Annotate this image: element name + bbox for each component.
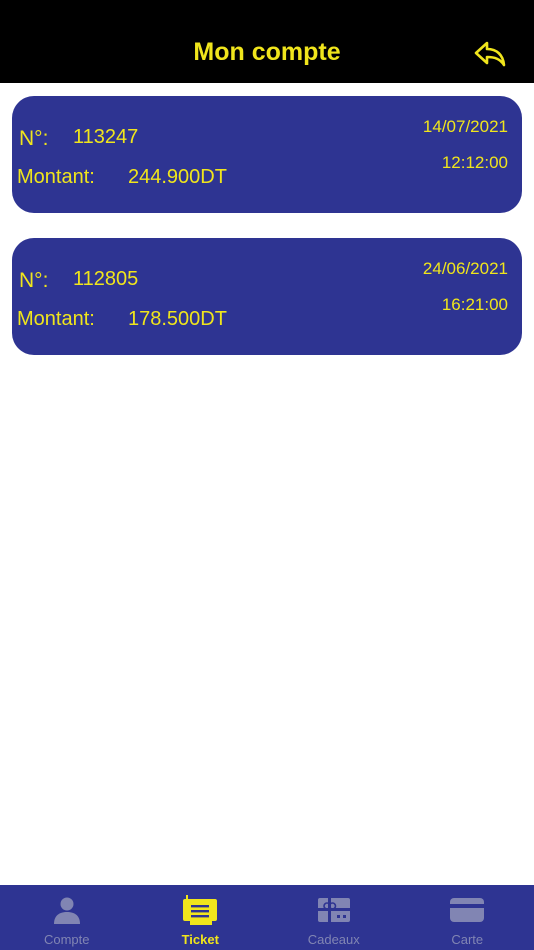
- ticket-number: 112805: [73, 268, 139, 290]
- gift-card-icon: [317, 898, 350, 922]
- tab-label: Compte: [43, 932, 90, 947]
- tab-label: Cadeaux: [307, 932, 360, 947]
- ticket-card[interactable]: N°: 113247 Montant: 244.900DT 14/07/2021…: [12, 96, 522, 213]
- tab-carte[interactable]: Carte: [401, 885, 534, 950]
- ticket-time: 12:12:00: [441, 153, 508, 172]
- bottom-tab-bar: Compte Ticket Cadeaux Carte: [0, 885, 534, 950]
- ticket-number: 113247: [73, 126, 139, 148]
- ticket-number-label: N°:: [19, 127, 49, 150]
- tab-compte[interactable]: Compte: [0, 885, 134, 950]
- reply-arrow-icon: [474, 41, 506, 67]
- ticket-date: 14/07/2021: [422, 117, 508, 136]
- tab-cadeaux[interactable]: Cadeaux: [267, 885, 401, 950]
- person-icon: [53, 897, 80, 924]
- ticket-card[interactable]: N°: 112805 Montant: 178.500DT 24/06/2021…: [12, 238, 522, 355]
- ticket-number-label: N°:: [19, 269, 49, 292]
- tab-label: Carte: [451, 932, 484, 947]
- page-title: Mon compte: [193, 38, 341, 66]
- top-header: Mon compte: [0, 0, 534, 83]
- credit-card-icon: [450, 898, 485, 922]
- tab-ticket[interactable]: Ticket: [134, 885, 268, 950]
- ticket-amount: 244.900DT: [128, 166, 227, 188]
- ticket-amount-label: Montant:: [17, 166, 95, 188]
- ticket-date: 24/06/2021: [422, 259, 508, 278]
- ticket-time: 16:21:00: [441, 295, 508, 314]
- back-button[interactable]: [472, 38, 508, 70]
- ticket-amount: 178.500DT: [128, 308, 227, 330]
- ticket-amount-label: Montant:: [17, 308, 95, 330]
- ticket-icon: [183, 895, 218, 925]
- tab-label: Ticket: [181, 932, 219, 947]
